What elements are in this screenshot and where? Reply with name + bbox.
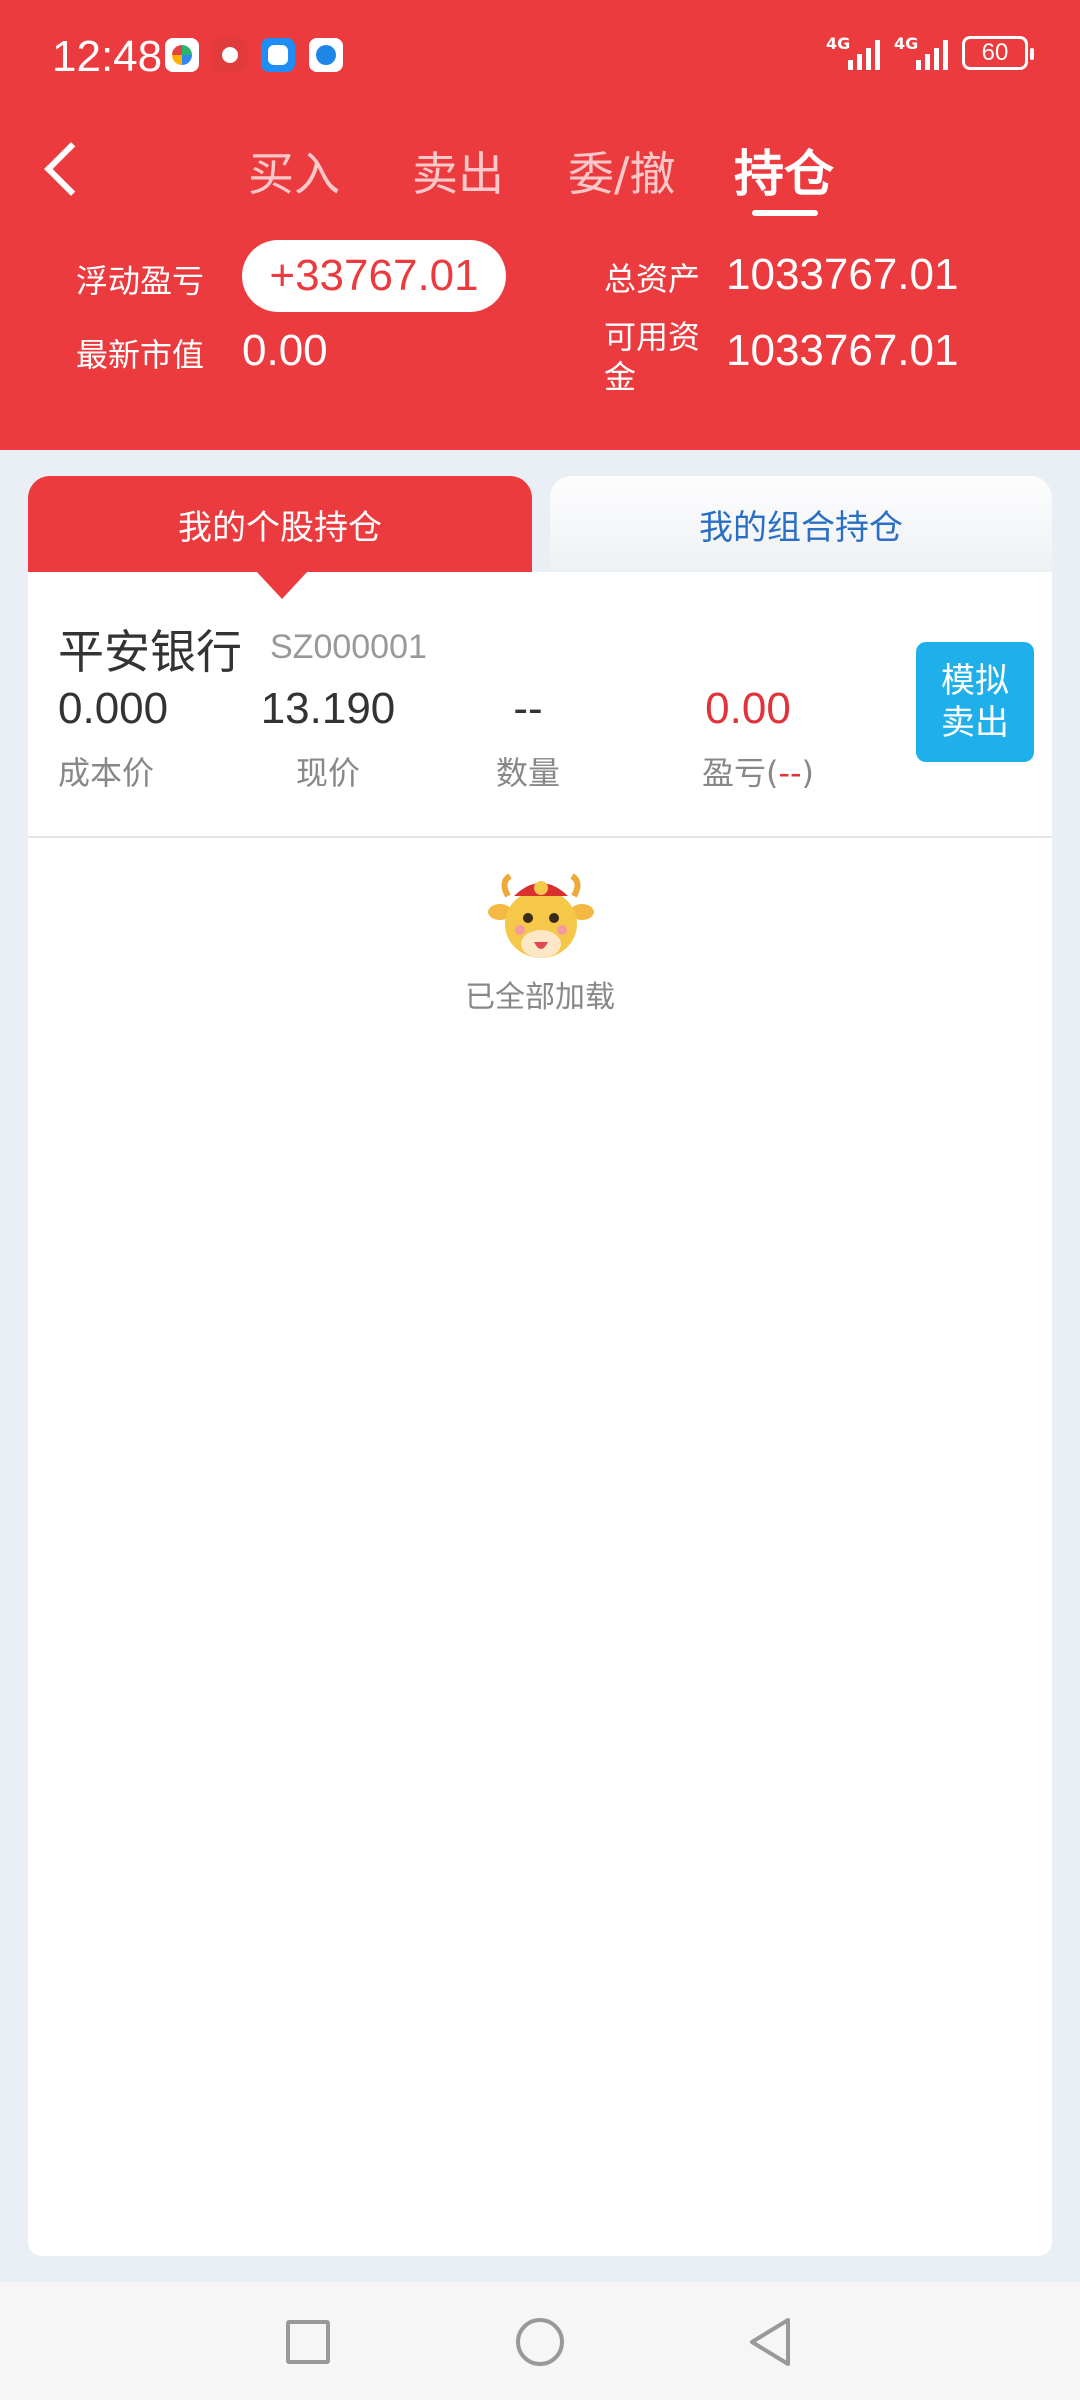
market-value-label: 最新市值 [76, 336, 205, 374]
selected-pointer-icon [256, 571, 308, 599]
status-bar: 12:48 4G 4G 60 [0, 0, 1080, 115]
header: 12:48 4G 4G 60 买入 卖出 委/撤 持仓 浮动盈亏 +33767.… [0, 0, 1080, 450]
trade-tabs: 买入 卖出 委/撤 持仓 [0, 130, 1080, 220]
chat-notification-icon [261, 38, 295, 72]
status-indicators: 4G 4G 60 [826, 34, 1034, 70]
holdings-list: 平安银行 SZ000001 0.000 成本价 13.190 现价 -- 数量 … [28, 572, 1052, 2256]
status-time: 12:48 [52, 32, 163, 81]
simulated-sell-button[interactable]: 模拟 卖出 [916, 642, 1034, 762]
home-icon[interactable] [516, 2318, 564, 2366]
signal-icon: 4G [826, 34, 880, 70]
quantity-value: -- [513, 684, 543, 733]
available-funds-value: 1033767.01 [726, 326, 959, 375]
cost-price-label: 成本价 [58, 754, 155, 792]
current-price-label: 现价 [295, 754, 360, 792]
signal-icon: 4G [894, 34, 948, 70]
stock-name: 平安银行 [58, 625, 242, 679]
back-triangle-icon[interactable] [746, 2316, 794, 2368]
app-notification-icon [309, 38, 343, 72]
tab-holdings[interactable]: 持仓 [734, 134, 834, 206]
pl-label-suffix: ) [801, 754, 815, 792]
app-notification-icon [213, 38, 247, 72]
tab-sell[interactable]: 卖出 [412, 138, 504, 204]
network-label: 4G [826, 34, 851, 53]
cost-price-value: 0.000 [58, 684, 169, 733]
notification-icons [165, 38, 343, 72]
pl-value: 0.00 [705, 684, 791, 733]
total-assets-value: 1033767.01 [726, 250, 959, 299]
battery-icon: 60 [962, 36, 1034, 70]
tab-my-portfolios[interactable]: 我的组合持仓 [550, 476, 1052, 572]
active-tab-indicator [752, 210, 818, 216]
app-notification-icon [165, 38, 199, 72]
quantity-label: 数量 [495, 754, 560, 792]
float-pl-value: +33767.01 [242, 240, 506, 312]
recent-apps-icon[interactable] [286, 2320, 330, 2364]
available-funds-label-cont: 金 [604, 358, 637, 396]
list-item[interactable]: 平安银行 SZ000001 0.000 成本价 13.190 现价 -- 数量 … [28, 572, 1052, 838]
pl-label: 盈亏(--) [668, 748, 848, 794]
cow-mascot-icon [488, 873, 594, 958]
all-loaded-message: 已全部加载 [465, 980, 615, 1015]
holdings-card: 我的个股持仓 我的组合持仓 平安银行 SZ000001 0.000 成本价 13… [28, 476, 1052, 2256]
battery-level: 60 [981, 39, 1009, 66]
system-nav-bar [0, 2282, 1080, 2400]
float-pl-label: 浮动盈亏 [76, 262, 205, 300]
current-price-value: 13.190 [260, 684, 396, 733]
pl-label-value: -- [778, 754, 802, 792]
sell-button-label: 模拟 卖出 [941, 660, 1009, 744]
network-label: 4G [894, 34, 919, 53]
sell-button-line2: 卖出 [941, 703, 1009, 743]
tab-my-stocks[interactable]: 我的个股持仓 [28, 476, 532, 572]
total-assets-label: 总资产 [604, 260, 701, 298]
tab-buy[interactable]: 买入 [248, 138, 340, 204]
stock-code: SZ000001 [270, 628, 427, 666]
sell-button-line1: 模拟 [941, 661, 1009, 701]
market-value: 0.00 [242, 326, 328, 375]
pl-label-text: 盈亏( [701, 754, 779, 792]
tab-orders[interactable]: 委/撤 [568, 138, 676, 204]
